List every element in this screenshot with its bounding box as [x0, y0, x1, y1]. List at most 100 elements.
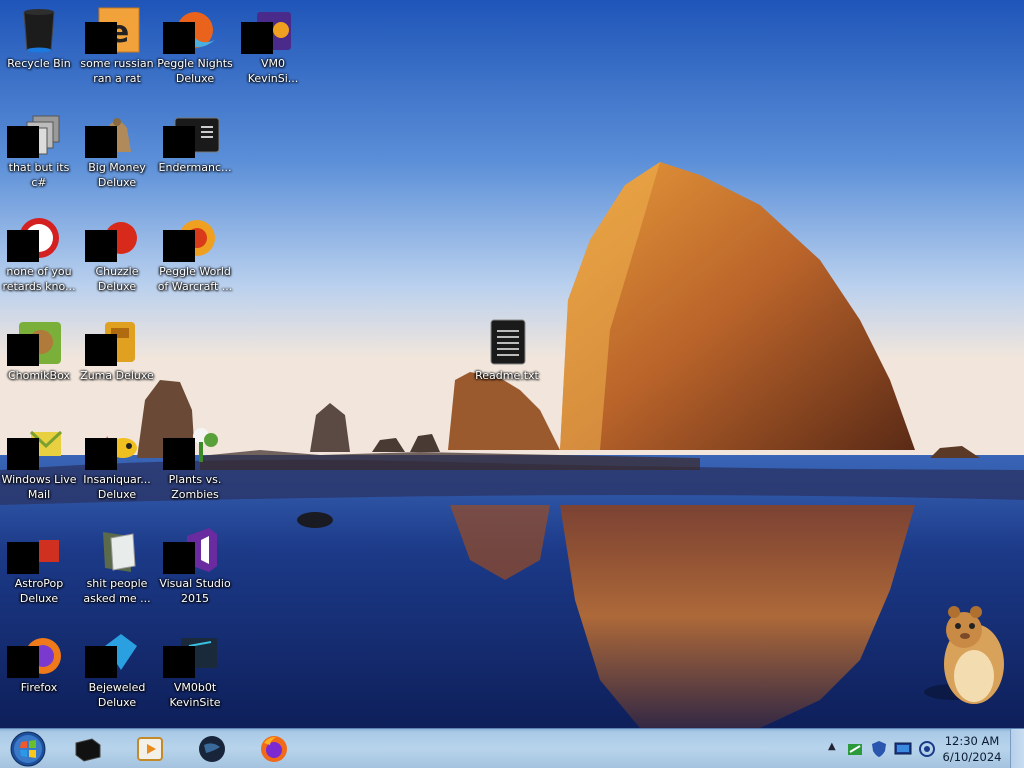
desktop-icon-recycle-bin[interactable]: Recycle Bin — [0, 0, 78, 100]
desktop-icon-label: none of you retards kno... — [2, 265, 76, 293]
firefox-icon — [261, 736, 287, 762]
desktop-icon-readme-txt[interactable]: Readme.txt — [468, 312, 546, 412]
desktop-icon-label: shit people asked me ... — [83, 577, 151, 605]
start-button[interactable] — [4, 730, 48, 768]
tray-volume-icon[interactable] — [918, 740, 936, 758]
visual-studio-icon — [163, 526, 219, 574]
show-desktop-button[interactable] — [1010, 729, 1024, 768]
redaction-box — [85, 334, 117, 366]
redaction-box — [163, 438, 195, 470]
desktop-icon-label: Recycle Bin — [7, 57, 71, 70]
big-money-icon — [85, 110, 141, 158]
desktop-icon-insaniquarium[interactable]: Insaniquar... Deluxe — [78, 416, 156, 516]
terminal-icon — [163, 110, 219, 158]
desktop-icon-shit-people-asked-me[interactable]: shit people asked me ... — [78, 520, 156, 620]
astropop-icon — [7, 526, 63, 574]
redaction-box — [7, 438, 39, 470]
desktop-icon-label: VM0b0t KevinSite — [169, 681, 221, 709]
tray-shield-icon[interactable] — [870, 740, 888, 758]
hamster-desktop-pet[interactable] — [918, 600, 1010, 712]
clock[interactable]: 12:30 AM 6/10/2024 — [938, 733, 1006, 765]
redaction-box — [163, 230, 195, 262]
taskbar-pinned-explorer[interactable] — [62, 731, 114, 767]
desktop-icon-label: Endermanc... — [158, 161, 232, 174]
red-ball-icon — [7, 214, 63, 262]
redaction-box — [85, 126, 117, 158]
tray-monitor-icon[interactable] — [894, 740, 912, 758]
redaction-box — [7, 542, 39, 574]
desktop-icon-firefox[interactable]: Firefox — [0, 624, 78, 724]
shortcut-icon: e — [85, 6, 141, 54]
insaniquarium-icon — [85, 422, 141, 470]
folder-stack-icon — [7, 110, 63, 158]
redaction-box — [163, 646, 195, 678]
desktop-icon-chomikbox[interactable]: ChomikBox — [0, 312, 78, 412]
clock-time: 12:30 AM — [944, 734, 1000, 748]
redaction-box — [85, 22, 117, 54]
desktop-icon-endermanch[interactable]: Endermanc... — [156, 104, 234, 204]
windows-orb-icon — [10, 731, 46, 767]
desktop-icon-label: Insaniquar... Deluxe — [83, 473, 151, 501]
redaction-box — [163, 542, 195, 574]
redaction-box — [163, 22, 195, 54]
desktop-icon-label: Windows Live Mail — [1, 473, 77, 501]
desktop-icon-chuzzle[interactable]: Chuzzle Deluxe — [78, 208, 156, 308]
vm0-icon — [241, 6, 297, 54]
desktop-icon-label: ChomikBox — [8, 369, 70, 382]
peggle-wow-icon — [163, 214, 219, 262]
clock-date: 6/10/2024 — [942, 750, 1002, 764]
desktop-icon-label: AstroPop Deluxe — [14, 577, 64, 605]
desktop-icon-label: Peggle World of Warcraft ... — [157, 265, 233, 293]
desktop-icon-peggle-nights[interactable]: Peggle Nights Deluxe — [156, 0, 234, 100]
desktop-icon-visual-studio-2015[interactable]: Visual Studio 2015 — [156, 520, 234, 620]
desktop-icon-vm0-kevinsite[interactable]: VM0 KevinSi... — [234, 0, 312, 100]
desktop-icon-label: Firefox — [20, 681, 58, 694]
desktop-icon-windows-live-mail[interactable]: Windows Live Mail — [0, 416, 78, 516]
firefox-icon — [7, 630, 63, 678]
redaction-box — [7, 230, 39, 262]
desktop-icon-label: Visual Studio 2015 — [159, 577, 231, 605]
desktop-icon-peggle-wow[interactable]: Peggle World of Warcraft ... — [156, 208, 234, 308]
desktop-icon-that-but-its-csharp[interactable]: that but its c# — [0, 104, 78, 204]
desktop-icon-bejeweled[interactable]: Bejeweled Deluxe — [78, 624, 156, 724]
desktop-icon-plants-vs-zombies[interactable]: Plants vs. Zombies — [156, 416, 234, 516]
redaction-box — [85, 230, 117, 262]
desktop-icon-label: Readme.txt — [475, 369, 539, 382]
desktop-icon-big-money[interactable]: Big Money Deluxe — [78, 104, 156, 204]
desktop-icon-label: some russian ran a rat — [80, 57, 154, 85]
desktop-icon-label: Zuma Deluxe — [80, 369, 154, 382]
folder-icon — [93, 526, 141, 574]
desktop-icon-label: Bejeweled Deluxe — [88, 681, 146, 709]
desktop-icon-some-russian-ran-a-rat[interactable]: e some russian ran a rat — [78, 0, 156, 100]
taskbar-pinned-globe[interactable] — [186, 731, 238, 767]
desktop-icon-zuma[interactable]: Zuma Deluxe — [78, 312, 156, 412]
desktop-icon-label: Big Money Deluxe — [88, 161, 146, 189]
tray-network-icon[interactable] — [846, 740, 864, 758]
redaction-box — [85, 646, 117, 678]
show-hidden-icons-button[interactable]: ▲ — [828, 741, 836, 752]
redaction-box — [7, 126, 39, 158]
redaction-box — [85, 438, 117, 470]
bejeweled-icon — [85, 630, 141, 678]
mail-icon — [7, 422, 63, 470]
redaction-box — [241, 22, 273, 54]
desktop-icon-label: Plants vs. Zombies — [168, 473, 222, 501]
peggle-nights-icon — [163, 6, 219, 54]
desktop-icon-label: that but its c# — [8, 161, 70, 189]
taskbar-pinned-media-player[interactable] — [124, 731, 176, 767]
desktop-icon-vm0b0t-kevinsite[interactable]: VM0b0t KevinSite — [156, 624, 234, 724]
chomikbox-icon — [7, 318, 63, 366]
redaction-box — [7, 646, 39, 678]
desktop-icon-label: VM0 KevinSi... — [247, 57, 299, 85]
redaction-box — [163, 126, 195, 158]
desktop-icon-none-of-you[interactable]: none of you retards kno... — [0, 208, 78, 308]
zuma-icon — [85, 318, 141, 366]
plants-vs-zombies-icon — [163, 422, 219, 470]
chuzzle-icon — [85, 214, 141, 262]
taskbar: ▲ 12:30 AM 6/10/2024 — [0, 728, 1024, 768]
desktop-icon-astropop[interactable]: AstroPop Deluxe — [0, 520, 78, 620]
black-box-icon — [75, 738, 101, 762]
recycle-bin-icon — [15, 6, 63, 54]
taskbar-pinned-firefox[interactable] — [248, 731, 300, 767]
globe-icon — [199, 736, 225, 762]
